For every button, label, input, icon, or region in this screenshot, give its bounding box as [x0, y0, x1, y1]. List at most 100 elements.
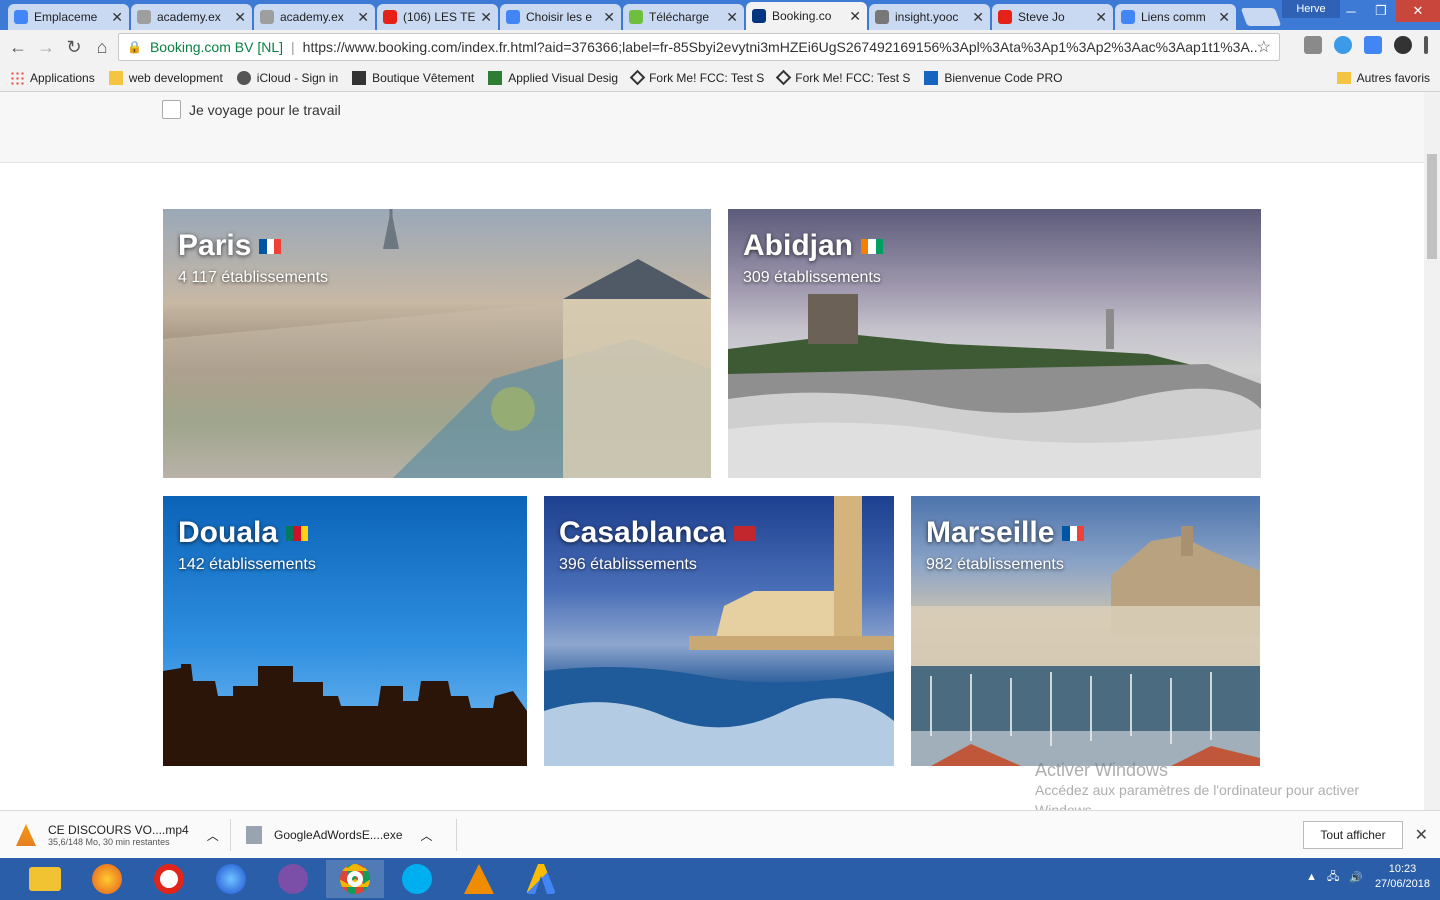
profile-name[interactable]: Herve [1282, 0, 1340, 18]
volume-icon[interactable]: 🔊 [1349, 871, 1363, 884]
destination-card-douala[interactable]: Douala 142 établissements [163, 496, 527, 766]
destination-card-paris[interactable]: Paris 4 117 établissements [163, 209, 711, 478]
tab[interactable]: Choisir les e ✕ [500, 4, 621, 30]
other-bookmarks-label: Autres favoris [1356, 71, 1430, 85]
ivory-coast-flag-icon [861, 238, 883, 254]
tab-close-icon[interactable]: ✕ [1095, 9, 1107, 26]
firefox-icon[interactable] [78, 860, 136, 898]
tab-label: (106) LES TE [403, 10, 476, 24]
property-count: 982 établissements [926, 556, 1064, 573]
tab[interactable]: Emplaceme ✕ [8, 4, 129, 30]
chevron-up-icon[interactable]: ︿ [421, 827, 433, 844]
bookmark-label: web development [128, 70, 223, 85]
tab[interactable]: (106) LES TE ✕ [377, 4, 498, 30]
url-text[interactable]: https://www.booking.com/index.fr.html?ai… [303, 39, 1257, 55]
address-bar[interactable]: 🔒 Booking.com BV [NL] | https://www.book… [118, 33, 1280, 61]
tab-active[interactable]: Booking.co ✕ [746, 2, 867, 30]
bookmark-item[interactable]: Bienvenue Code PRO [924, 70, 1062, 85]
destination-card-marseille[interactable]: Marseille 982 établissements [911, 496, 1260, 766]
tab[interactable]: insight.yooc ✕ [869, 4, 990, 30]
watermark-title: Activer Windows [1035, 760, 1169, 780]
download-item[interactable]: GoogleAdWordsE....exe ︿ [246, 817, 433, 853]
business-travel-checkbox[interactable] [162, 100, 181, 119]
scrollbar-thumb[interactable] [1427, 154, 1437, 259]
bookmark-item[interactable]: Fork Me! FCC: Test S [775, 69, 911, 86]
tab[interactable]: academy.ex ✕ [131, 4, 252, 30]
menu-icon[interactable] [1424, 36, 1428, 54]
restore-icon[interactable]: ❐ [1366, 0, 1396, 22]
business-travel-option[interactable]: Je voyage pour le travail [162, 100, 341, 119]
tab-close-icon[interactable]: ✕ [726, 9, 738, 26]
chevron-up-icon[interactable]: ︿ [207, 827, 219, 844]
download-status: 35,6/148 Mo, 30 min restantes [48, 837, 170, 847]
tab-close-icon[interactable]: ✕ [234, 9, 246, 26]
tab-close-icon[interactable]: ✕ [972, 9, 984, 26]
home-icon[interactable]: ⌂ [88, 33, 116, 61]
tab[interactable]: Télécharge ✕ [623, 4, 744, 30]
other-bookmarks[interactable]: Autres favoris [1336, 71, 1430, 85]
city-name: Douala [178, 516, 279, 549]
tab-label: Télécharge [649, 10, 710, 24]
extension-icon[interactable] [1304, 36, 1322, 54]
address-separator: | [291, 39, 295, 55]
close-shelf-icon[interactable]: ✕ [1415, 825, 1428, 845]
show-all-downloads-button[interactable]: Tout afficher [1303, 821, 1403, 849]
reload-icon[interactable]: ↻ [60, 33, 88, 61]
download-filename: GoogleAdWordsE....exe [274, 828, 403, 842]
bookmark-item[interactable]: Boutique Vêtement [352, 70, 474, 85]
destination-card-abidjan[interactable]: Abidjan 309 établissements [728, 209, 1261, 478]
lock-icon: 🔒 [127, 40, 142, 54]
bookmark-item[interactable]: Fork Me! FCC: Test S [629, 69, 764, 86]
browser-toolbar: ← → ↻ ⌂ 🔒 Booking.com BV [NL] | https://… [0, 30, 1440, 64]
bookmark-star-icon[interactable]: ☆ [1257, 37, 1271, 57]
destination-card-casablanca[interactable]: Casablanca 396 établissements [544, 496, 894, 766]
firefox-dev-icon[interactable] [202, 860, 260, 898]
network-icon[interactable]: 🖧 [1327, 868, 1339, 887]
file-explorer-icon[interactable] [16, 860, 74, 898]
forward-arrow-icon[interactable]: → [32, 33, 60, 61]
opera-icon[interactable] [140, 860, 198, 898]
skype-icon[interactable] [388, 860, 446, 898]
property-count: 309 établissements [743, 269, 881, 286]
tab-close-icon[interactable]: ✕ [357, 9, 369, 26]
sync-icon[interactable] [1394, 36, 1412, 54]
cat-app-icon[interactable] [264, 860, 322, 898]
tab-close-icon[interactable]: ✕ [111, 9, 123, 26]
tab-close-icon[interactable]: ✕ [1218, 9, 1230, 26]
cloud-icon[interactable] [1334, 36, 1352, 54]
tab-label: Steve Jo [1018, 10, 1065, 24]
tab-close-icon[interactable]: ✕ [849, 8, 861, 25]
tab[interactable]: Liens comm ✕ [1115, 4, 1236, 30]
translate-icon[interactable] [1364, 36, 1382, 54]
destination-city: Abidjan [743, 229, 883, 263]
tab-close-icon[interactable]: ✕ [480, 9, 492, 26]
codepen-icon [629, 69, 646, 86]
tab-favicon-icon [383, 10, 397, 24]
tab[interactable]: Steve Jo ✕ [992, 4, 1113, 30]
booking-page: Je voyage pour le travail Paris 4 117 ét… [0, 92, 1424, 810]
tray-expand-icon[interactable]: ▲ [1306, 871, 1317, 883]
adwords-icon[interactable] [512, 860, 570, 898]
download-item[interactable]: CE DISCOURS VO....mp4 35,6/148 Mo, 30 mi… [16, 817, 219, 853]
new-tab-button[interactable] [1240, 8, 1282, 26]
tab[interactable]: academy.ex ✕ [254, 4, 375, 30]
browser-tab-strip: Emplaceme ✕ academy.ex ✕ academy.ex ✕ (106)… [0, 0, 1440, 30]
bookmark-item[interactable]: Applied Visual Desig [488, 70, 618, 85]
bookmarks-bar: Applications web development iCloud - Si… [0, 64, 1440, 92]
minimize-icon[interactable]: ─ [1336, 0, 1366, 22]
system-tray: ▲ 🖧 🔊 10:23 27/06/2018 [1306, 862, 1430, 892]
tab-label: Liens comm [1141, 10, 1206, 24]
page-scrollbar[interactable] [1424, 92, 1440, 810]
tab-close-icon[interactable]: ✕ [603, 9, 615, 26]
bookmark-item[interactable]: iCloud - Sign in [236, 70, 338, 85]
vlc-icon[interactable] [450, 860, 508, 898]
city-name: Casablanca [559, 516, 726, 549]
clock[interactable]: 10:23 27/06/2018 [1375, 862, 1430, 892]
window-close-icon[interactable]: ✕ [1396, 0, 1440, 22]
back-arrow-icon[interactable]: ← [4, 33, 32, 61]
bookmark-apps[interactable]: Applications [10, 70, 95, 85]
chrome-icon[interactable] [326, 860, 384, 898]
bookmark-label: Fork Me! FCC: Test S [795, 70, 911, 85]
bookmark-item[interactable]: web development [108, 70, 223, 85]
property-count: 142 établissements [178, 556, 316, 573]
